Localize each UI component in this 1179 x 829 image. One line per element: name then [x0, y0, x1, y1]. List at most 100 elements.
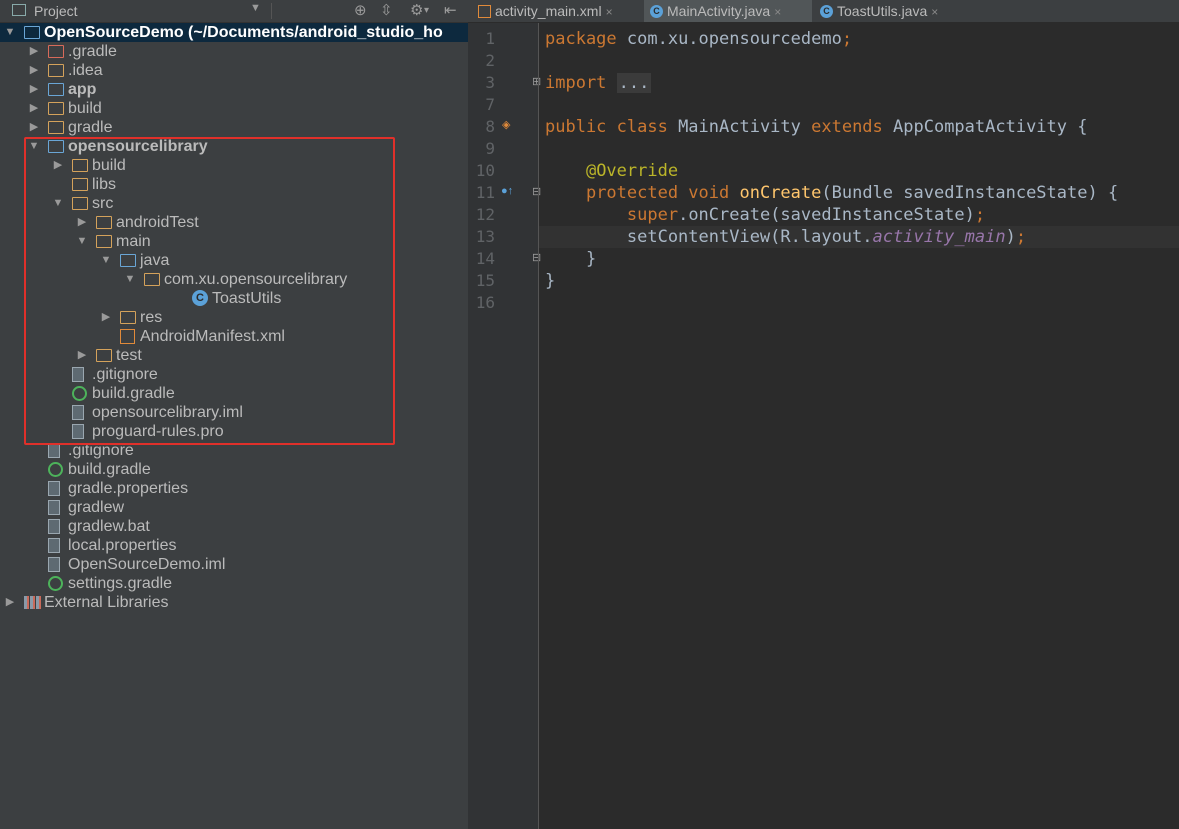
- line-number: 8: [485, 117, 495, 136]
- code-line[interactable]: package com.xu.opensourcedemo;: [545, 28, 852, 50]
- tab-label: ToastUtils.java: [837, 3, 928, 19]
- line-number: 14: [475, 249, 495, 268]
- line-number: 15: [475, 271, 495, 290]
- line-number: 2: [485, 51, 495, 70]
- tree-row[interactable]: ▶ .idea: [0, 61, 468, 80]
- editor-tab[interactable]: C MainActivity.java ×: [644, 0, 812, 22]
- highlight-box: [24, 137, 395, 445]
- file-icon: [48, 443, 60, 458]
- file-icon: [48, 557, 60, 572]
- expand-right-icon[interactable]: ▶: [4, 593, 16, 612]
- file-icon: [48, 481, 60, 496]
- line-number: 12: [475, 205, 495, 224]
- tree-row[interactable]: build.gradle: [0, 460, 468, 479]
- fold-import-icon[interactable]: ⊞: [532, 75, 541, 88]
- tab-label: activity_main.xml: [495, 3, 602, 19]
- tree-item-label: gradle: [68, 119, 113, 136]
- tree-row[interactable]: gradle.properties: [0, 479, 468, 498]
- code-line[interactable]: @Override: [545, 160, 678, 182]
- folder-icon: [48, 64, 64, 77]
- tree-row[interactable]: ▶ External Libraries: [0, 593, 468, 612]
- layout-link-icon[interactable]: ◈: [502, 118, 510, 131]
- code-line[interactable]: import ...: [545, 72, 652, 94]
- fold-end-icon[interactable]: ⊟: [532, 251, 541, 264]
- editor-area: activity_main.xml × C MainActivity.java × C To…: [468, 0, 1179, 829]
- collapse-all-icon[interactable]: ⇳: [380, 1, 393, 19]
- folder-icon: [48, 121, 64, 134]
- gutter-divider: [538, 23, 539, 829]
- tab-label: MainActivity.java: [667, 3, 771, 19]
- line-number: 1: [485, 29, 495, 48]
- tree-row[interactable]: gradlew.bat: [0, 517, 468, 536]
- project-view-selector[interactable]: Project: [34, 3, 78, 19]
- tree-row[interactable]: ▶ build: [0, 99, 468, 118]
- tree-item-label: .idea: [68, 62, 103, 79]
- tree-item-label: local.properties: [68, 537, 177, 554]
- file-icon: [48, 538, 60, 553]
- tree-item-label: OpenSourceDemo (~/Documents/android_stud…: [44, 24, 443, 41]
- chevron-down-icon[interactable]: ▼: [250, 2, 261, 14]
- close-icon[interactable]: ×: [606, 5, 613, 19]
- line-number: 16: [475, 293, 495, 312]
- expand-down-icon[interactable]: ▼: [4, 23, 16, 42]
- gear-icon[interactable]: ⚙: [410, 1, 423, 19]
- file-icon: [48, 519, 60, 534]
- expand-right-icon[interactable]: ▶: [28, 61, 40, 80]
- tree-row[interactable]: ▶ app: [0, 80, 468, 99]
- tree-row[interactable]: OpenSourceDemo.iml: [0, 555, 468, 574]
- tree-item-label: build: [68, 100, 102, 117]
- project-panel: Project ▼ ⊕ ⇳ ⚙ ▾ ⇤ ▼ OpenSourceDemo (~/D…: [0, 0, 468, 829]
- java-class-icon: C: [650, 4, 663, 18]
- gradle-icon: [48, 462, 63, 477]
- line-number: 11: [475, 183, 495, 202]
- tree-row[interactable]: settings.gradle: [0, 574, 468, 593]
- module-folder-icon: [48, 83, 64, 96]
- tree-row[interactable]: ▶ .gradle: [0, 42, 468, 61]
- tree-item-label: gradle.properties: [68, 480, 189, 497]
- project-panel-header: Project ▼ ⊕ ⇳ ⚙ ▾ ⇤: [0, 0, 468, 23]
- editor-tabs: activity_main.xml × C MainActivity.java × C To…: [468, 0, 1179, 23]
- gear-dropdown-icon[interactable]: ▾: [424, 5, 429, 16]
- override-method-icon[interactable]: ●↑: [501, 185, 513, 197]
- header-divider: [271, 3, 272, 19]
- fold-method-icon[interactable]: ⊟: [532, 185, 541, 198]
- tree-item-label: OpenSourceDemo.iml: [68, 556, 226, 573]
- expand-right-icon[interactable]: ▶: [28, 99, 40, 118]
- expand-right-icon[interactable]: ▶: [28, 118, 40, 137]
- tree-row[interactable]: ▶ gradle: [0, 118, 468, 137]
- line-gutter: 1 2 3 7 8 9 10 11 12 13 14 15 16 ⊞ ◈ ●↑ ⊟ ⊟: [468, 23, 541, 829]
- tree-item-label: app: [68, 81, 97, 98]
- java-class-icon: C: [820, 4, 833, 18]
- xml-file-icon: [478, 4, 491, 18]
- editor-tab[interactable]: C ToastUtils.java ×: [814, 0, 964, 22]
- folder-icon: [48, 45, 64, 58]
- code-line[interactable]: protected void onCreate(Bundle savedInst…: [545, 182, 1118, 204]
- code-line[interactable]: }: [545, 248, 596, 270]
- line-number: 9: [485, 139, 495, 158]
- module-folder-icon: [24, 26, 40, 39]
- folder-icon: [48, 102, 64, 115]
- tree-row[interactable]: local.properties: [0, 536, 468, 555]
- code-line[interactable]: super.onCreate(savedInstanceState);: [545, 204, 985, 226]
- code-line[interactable]: }: [545, 270, 555, 292]
- file-icon: [48, 500, 60, 515]
- close-icon[interactable]: ×: [931, 5, 938, 19]
- editor-tab[interactable]: activity_main.xml ×: [472, 0, 642, 22]
- libraries-icon: [24, 596, 41, 609]
- line-number: 7: [485, 95, 495, 114]
- close-icon[interactable]: ×: [774, 5, 781, 19]
- code-line[interactable]: public class MainActivity extends AppCom…: [545, 116, 1087, 138]
- hide-panel-icon[interactable]: ⇤: [444, 1, 457, 19]
- tree-item-label: gradlew.bat: [68, 518, 150, 535]
- tree-item-label: .gradle: [68, 43, 117, 60]
- expand-right-icon[interactable]: ▶: [28, 80, 40, 99]
- tree-row[interactable]: ▼ OpenSourceDemo (~/Documents/android_stu…: [0, 23, 468, 42]
- tree-item-label: settings.gradle: [68, 575, 173, 592]
- line-number: 3: [485, 73, 495, 92]
- gradle-icon: [48, 576, 63, 591]
- tree-row[interactable]: gradlew: [0, 498, 468, 517]
- tree-item-label: gradlew: [68, 499, 125, 516]
- scroll-from-source-icon[interactable]: ⊕: [354, 1, 367, 19]
- code-line[interactable]: setContentView(R.layout.activity_main);: [545, 226, 1026, 248]
- expand-right-icon[interactable]: ▶: [28, 42, 40, 61]
